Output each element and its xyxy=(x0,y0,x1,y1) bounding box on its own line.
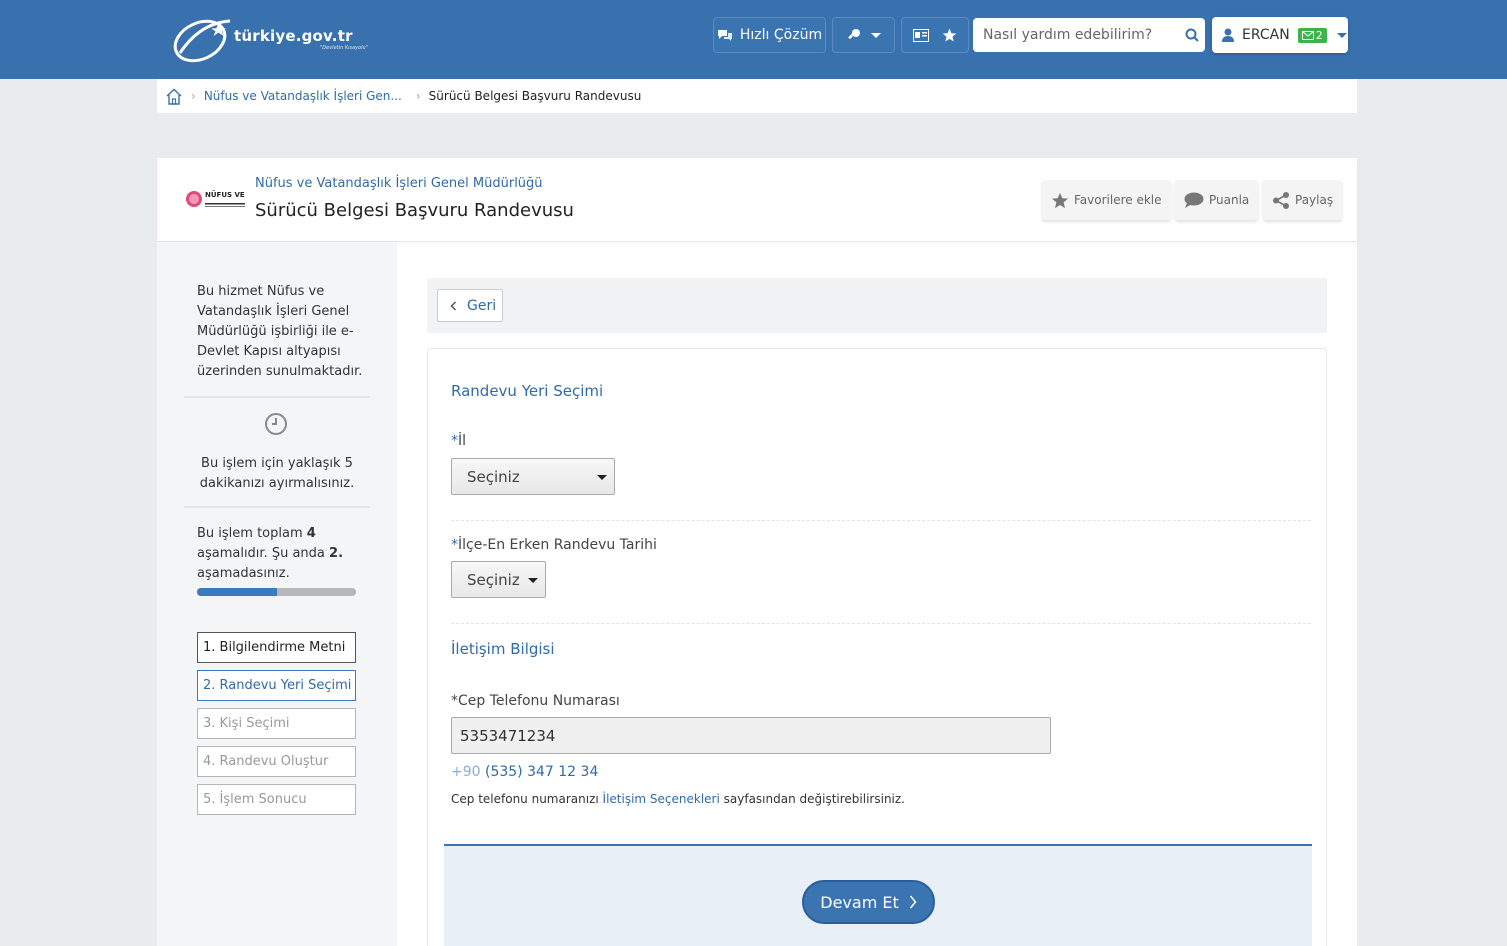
breadcrumb-current: Sürücü Belgesi Başvuru Randevusu xyxy=(428,89,642,103)
il-select-value: Seçiniz xyxy=(467,467,520,486)
message-count: 2 xyxy=(1315,28,1323,42)
progress-fill xyxy=(197,588,277,596)
field-label-text: Cep Telefonu Numarası xyxy=(458,693,620,709)
divider xyxy=(184,396,370,398)
chevron-down-icon xyxy=(870,32,881,38)
step-item-4: 4. Randevu Oluştur xyxy=(197,746,356,777)
institution-name[interactable]: Nüfus ve Vatandaşlık İşleri Genel Müdürl… xyxy=(255,176,543,191)
phone-note-part: Cep telefonu numaranızı xyxy=(451,792,603,806)
step-item-5: 5. İşlem Sonucu xyxy=(197,784,356,815)
field-label-text: İl xyxy=(458,433,467,449)
form-footer: Devam Et xyxy=(444,844,1312,946)
institution-logo-text: NÜFUS VE xyxy=(205,191,245,199)
share-icon xyxy=(1273,191,1289,209)
quick-solution-label: Hızlı Çözüm xyxy=(739,27,823,43)
step-total: 4 xyxy=(306,526,316,541)
chevron-right-icon xyxy=(909,895,917,909)
logo-text: türkiye.gov.tr xyxy=(234,27,353,45)
required-mark: * xyxy=(451,693,458,709)
step-current: 2. xyxy=(329,546,344,561)
field-label-il: *İl xyxy=(451,433,466,449)
breadcrumb-separator: › xyxy=(415,89,421,103)
phone-formatted-number: (535) 347 12 34 xyxy=(485,764,599,780)
id-card-icon[interactable] xyxy=(913,28,929,42)
required-mark: * xyxy=(451,433,458,449)
phone-country-code: +90 xyxy=(451,764,481,780)
user-menu-button[interactable]: ERCAN 2 xyxy=(1212,17,1348,53)
service-card: NÜFUS VE Nüfus ve Vatandaşlık İşleri Gen… xyxy=(157,158,1357,946)
divider xyxy=(451,623,1311,624)
breadcrumb-separator: › xyxy=(191,89,196,103)
step-progress-bar xyxy=(197,588,356,596)
user-name: ERCAN xyxy=(1242,27,1290,43)
chevron-down-icon xyxy=(597,475,607,480)
institution-logo: NÜFUS VE xyxy=(185,188,247,210)
back-button[interactable]: Geri xyxy=(437,289,503,322)
search-icon[interactable] xyxy=(1185,28,1199,42)
chevron-left-icon xyxy=(450,300,457,311)
star-icon[interactable] xyxy=(942,28,957,43)
chat-bubbles-icon xyxy=(717,30,732,41)
back-bar: Geri xyxy=(427,278,1327,333)
share-label: Paylaş xyxy=(1295,193,1334,207)
breadcrumb-link[interactable]: Nüfus ve Vatandaşlık İşleri Gen... xyxy=(204,89,402,103)
key-menu-button[interactable] xyxy=(832,17,895,53)
breadcrumb: › Nüfus ve Vatandaşlık İşleri Gen... › S… xyxy=(157,79,1357,113)
phone-note-part: sayfasından değiştirebilirsiniz. xyxy=(719,792,905,806)
step-item-2[interactable]: 2. Randevu Yeri Seçimi xyxy=(197,670,356,701)
add-favorite-button[interactable]: Favorilere ekle xyxy=(1042,180,1171,220)
home-icon[interactable] xyxy=(165,88,183,105)
step-item-1[interactable]: 1. Bilgilendirme Metni xyxy=(197,632,356,663)
quick-solution-button[interactable]: Hızlı Çözüm xyxy=(713,17,826,53)
section-title-location: Randevu Yeri Seçimi xyxy=(451,382,604,400)
page-title: Sürücü Belgesi Başvuru Randevusu xyxy=(255,200,574,221)
rate-label: Puanla xyxy=(1209,193,1250,207)
chevron-down-icon xyxy=(1336,32,1347,38)
section-title-contact: İletişim Bilgisi xyxy=(451,640,555,658)
required-mark: * xyxy=(451,537,458,553)
estimated-time-text: Bu işlem için yaklaşık 5 dakikanızı ayır… xyxy=(199,456,355,491)
field-label-ilce: *İlçe-En Erken Randevu Tarihi xyxy=(451,537,657,553)
back-label: Geri xyxy=(467,297,497,314)
turkiye-gov-logo[interactable]: türkiye.gov.tr "Devletin Kısayolu" xyxy=(170,13,380,65)
chevron-down-icon xyxy=(528,578,538,583)
divider xyxy=(451,520,1311,521)
phone-field[interactable]: 5353471234 xyxy=(451,717,1051,754)
ilce-select-value: Seçiniz xyxy=(467,570,520,589)
speech-bubble-icon xyxy=(1184,192,1204,208)
contact-options-link[interactable]: İletişim Seçenekleri xyxy=(603,792,720,806)
clock-icon xyxy=(265,413,287,435)
messages-badge[interactable]: 2 xyxy=(1297,27,1327,43)
logo-swoosh-icon xyxy=(173,19,231,63)
user-icon xyxy=(1222,28,1234,42)
step-item-3: 3. Kişi Seçimi xyxy=(197,708,356,739)
rate-button[interactable]: Puanla xyxy=(1175,180,1259,220)
envelope-icon xyxy=(1301,30,1314,40)
appointment-form: Randevu Yeri Seçimi *İl Seçiniz *İlçe-En… xyxy=(427,348,1327,946)
step-status-part: aşamadasınız. xyxy=(197,566,290,581)
star-icon xyxy=(1051,192,1069,208)
continue-label: Devam Et xyxy=(820,892,899,912)
key-icon xyxy=(847,29,860,40)
field-label-phone: *Cep Telefonu Numarası xyxy=(451,693,620,709)
step-status-text: Bu işlem toplam 4 aşamalıdır. Şu anda 2.… xyxy=(197,524,367,584)
il-select[interactable]: Seçiniz xyxy=(451,458,615,495)
step-status-part: Bu işlem toplam xyxy=(197,526,307,541)
phone-note: Cep telefonu numaranızı İletişim Seçenek… xyxy=(451,792,905,806)
continue-button[interactable]: Devam Et xyxy=(802,880,935,924)
top-header: türkiye.gov.tr "Devletin Kısayolu" Hızlı… xyxy=(0,0,1507,79)
share-button[interactable]: Paylaş xyxy=(1263,180,1343,220)
search-input[interactable] xyxy=(973,27,1173,43)
phone-formatted: +90 (535) 347 12 34 xyxy=(451,764,598,780)
card-favorites-buttons xyxy=(901,17,969,53)
step-status-part: aşamalıdır. Şu anda xyxy=(197,546,330,561)
logo-subtext: "Devletin Kısayolu" xyxy=(320,45,368,51)
add-favorite-label: Favorilere ekle xyxy=(1074,193,1162,207)
service-header: NÜFUS VE Nüfus ve Vatandaşlık İşleri Gen… xyxy=(157,158,1357,242)
service-info-text: Bu hizmet Nüfus ve Vatandaşlık İşleri Ge… xyxy=(197,284,363,379)
field-label-text: İlçe-En Erken Randevu Tarihi xyxy=(458,537,657,553)
search-bar xyxy=(973,18,1205,52)
ilce-select[interactable]: Seçiniz xyxy=(451,561,546,598)
divider xyxy=(184,506,370,508)
